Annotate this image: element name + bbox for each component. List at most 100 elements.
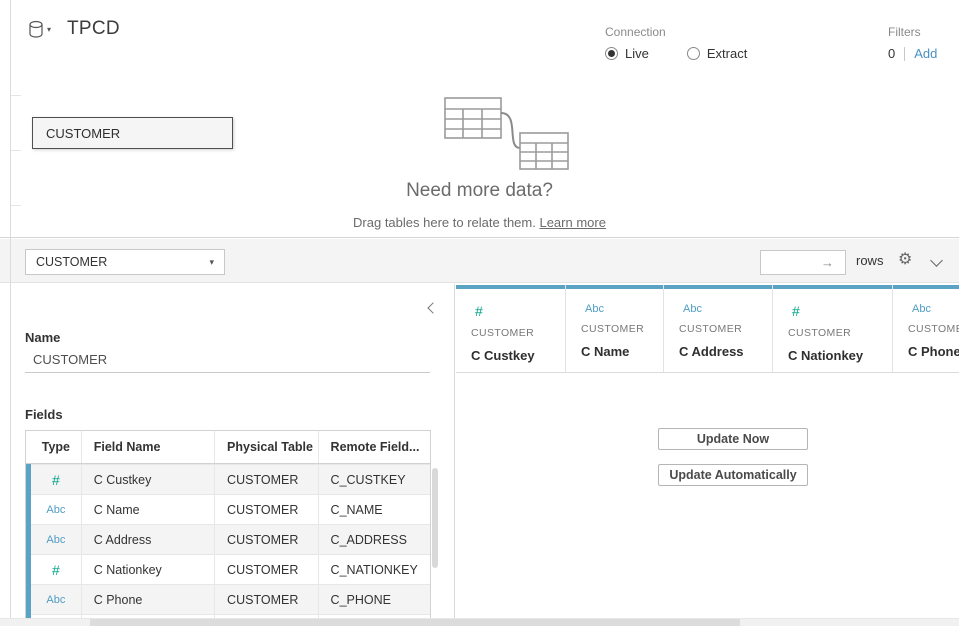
radio-live[interactable]: Live [605,46,649,61]
tableau-datasource-page: ▾ TPCD Connection Live Extract Filters 0 [0,0,959,626]
grid-header-row: # CUSTOMER C Custkey Abc CUSTOMER C Name… [456,285,959,373]
filters-label: Filters [888,25,937,39]
rows-count-box: → [760,250,846,275]
physical-table-cell: CUSTOMER [215,495,319,524]
horizontal-scrollbar-thumb[interactable] [90,619,740,626]
empty-state-hint: Drag tables here to relate them. Learn m… [0,215,959,230]
remote-field-cell: C_CUSTKEY [319,465,430,494]
string-type-icon: Abc [46,504,65,516]
grid-column-field: C Phone [908,344,959,359]
relationship-canvas: ▾ TPCD Connection Live Extract Filters 0 [0,0,959,238]
string-type-icon: Abc [46,594,65,606]
grid-column-field: C Name [581,344,663,359]
grid-column-field: C Custkey [471,348,565,363]
left-strip-tick [11,95,21,96]
remote-field-cell: C_NAME [319,495,430,524]
grid-column-header[interactable]: # CUSTOMER C Custkey [456,285,566,373]
update-automatically-button[interactable]: Update Automatically [658,464,808,486]
rows-label: rows [856,253,883,268]
database-icon[interactable]: ▾ [28,20,51,39]
table-row[interactable]: Abc C Address CUSTOMER C_ADDRESS [26,524,430,554]
field-name-cell: C Phone [82,585,215,614]
field-name-cell: C Custkey [82,465,215,494]
radio-live-label: Live [625,46,649,61]
radio-extract-button[interactable] [687,47,700,60]
col-header-type[interactable]: Type [26,431,82,463]
filters-count: 0 [888,46,895,61]
table-pill-customer[interactable]: CUSTOMER [32,117,233,149]
empty-state-title: Need more data? [0,180,959,202]
collapse-panel-icon[interactable] [427,302,438,313]
chevron-down-icon[interactable] [930,254,943,267]
col-header-remote-field[interactable]: Remote Field... [319,431,430,463]
grid-column-table: CUSTOMER [908,323,959,335]
rows-count-input[interactable] [761,251,821,274]
radio-live-button[interactable] [605,47,618,60]
table-row[interactable]: Abc C Phone CUSTOMER C_PHONE [26,584,430,614]
horizontal-scrollbar-track[interactable] [0,618,959,626]
number-type-icon: # [52,562,60,578]
field-name-cell: C Name [82,495,215,524]
grid-column-header[interactable]: # CUSTOMER C Nationkey [773,285,893,373]
fields-table-header-row: Type Field Name Physical Table Remote Fi… [26,431,430,464]
col-header-field-name[interactable]: Field Name [82,431,215,463]
table-name-input[interactable]: CUSTOMER [25,346,430,373]
table-row[interactable]: # C Custkey CUSTOMER C_CUSTKEY [26,464,430,494]
grid-column-table: CUSTOMER [788,327,892,339]
database-cylinder-icon [28,20,45,39]
field-name-cell: C Nationkey [82,555,215,584]
number-type-icon: # [792,303,892,319]
grid-column-field: C Nationkey [788,348,892,363]
empty-state-hint-text: Drag tables here to relate them. [353,215,539,230]
physical-table-cell: CUSTOMER [215,555,319,584]
fields-table-accent-bar [26,464,31,626]
grid-column-table: CUSTOMER [581,323,663,335]
physical-table-cell: CUSTOMER [215,585,319,614]
remote-field-cell: C_ADDRESS [319,525,430,554]
gear-icon[interactable]: ⚙ [898,249,912,268]
physical-table-cell: CUSTOMER [215,525,319,554]
add-filter-link[interactable]: Add [914,46,937,61]
filters-section: Filters 0 Add [888,25,937,61]
relate-tables-illustration [440,93,572,173]
grid-column-table: CUSTOMER [679,323,772,335]
update-now-button[interactable]: Update Now [658,428,808,450]
string-type-icon: Abc [912,303,959,315]
col-header-physical-table[interactable]: Physical Table [215,431,319,463]
datasource-header: ▾ TPCD [28,18,120,40]
fields-label: Fields [25,407,63,422]
learn-more-link[interactable]: Learn more [539,215,605,230]
grid-column-header[interactable]: Abc CUSTOMER C Phone [893,285,959,373]
grid-column-field: C Address [679,344,772,359]
number-type-icon: # [475,303,565,319]
page-title: TPCD [67,18,120,40]
remote-field-cell: C_PHONE [319,585,430,614]
caret-down-icon: ▾ [47,25,51,34]
left-pane-divider[interactable] [10,0,11,626]
physical-table-cell: CUSTOMER [215,465,319,494]
table-row[interactable]: Abc C Name CUSTOMER C_NAME [26,494,430,524]
table-selector-dropdown[interactable]: CUSTOMER ▾ [25,249,225,275]
table-details-panel: Name CUSTOMER Fields Type Field Name Phy… [0,284,455,626]
remote-field-cell: C_NATIONKEY [319,555,430,584]
grid-column-header[interactable]: Abc CUSTOMER C Name [566,285,664,373]
grid-column-header[interactable]: Abc CUSTOMER C Address [664,285,773,373]
datagrid-toolbar: CUSTOMER ▾ → rows ⚙ [0,239,959,283]
table-row[interactable]: # C Nationkey CUSTOMER C_NATIONKEY [26,554,430,584]
string-type-icon: Abc [683,303,772,315]
left-strip-tick [11,150,21,151]
field-name-cell: C Address [82,525,215,554]
data-preview-grid: # CUSTOMER C Custkey Abc CUSTOMER C Name… [456,284,959,626]
name-label: Name [25,330,60,345]
fields-table: Type Field Name Physical Table Remote Fi… [25,430,431,626]
radio-extract[interactable]: Extract [687,46,747,61]
number-type-icon: # [52,472,60,488]
bottom-pane: Name CUSTOMER Fields Type Field Name Phy… [0,284,959,626]
connection-section: Connection Live Extract [605,25,747,61]
fields-table-scrollbar[interactable] [432,468,438,568]
connection-label: Connection [605,25,747,39]
divider [904,47,905,61]
radio-extract-label: Extract [707,46,747,61]
table-selector-value: CUSTOMER [36,255,107,269]
string-type-icon: Abc [585,303,663,315]
